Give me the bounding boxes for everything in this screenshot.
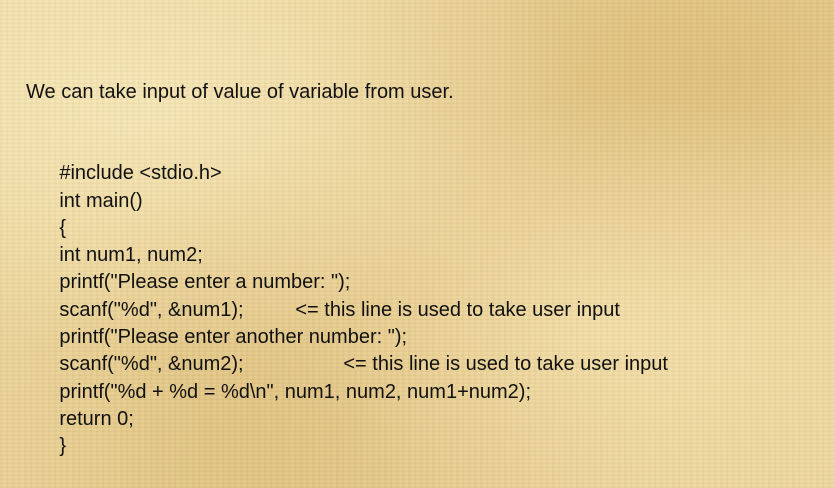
code-line-declaration: int num1, num2; xyxy=(26,215,668,266)
code-text: int num1, num2; xyxy=(59,244,203,267)
input-annotation: <= this line is used to take user input xyxy=(343,353,668,376)
input-annotation: <= this line is used to take user input xyxy=(295,298,620,321)
intro-text: We can take input of value of variable f… xyxy=(26,81,454,103)
code-text: int main() xyxy=(59,189,143,212)
code-text: { xyxy=(59,216,67,239)
code-text: } xyxy=(59,435,67,458)
code-text: return 0; xyxy=(59,407,134,430)
slide: We can take input of value of variable f… xyxy=(0,0,834,488)
code-block: #include <stdio.h> int main() { int num1… xyxy=(26,133,668,457)
code-text: #include <stdio.h> xyxy=(59,162,222,185)
code-text: scanf("%d", &num2); xyxy=(59,353,244,376)
code-text: scanf("%d", &num1); xyxy=(59,298,244,321)
code-text: printf("Please enter another number: "); xyxy=(59,326,408,349)
code-text: printf("Please enter a number: "); xyxy=(59,271,351,294)
code-text: printf("%d + %d = %d\n", num1, num2, num… xyxy=(59,380,532,403)
code-line-include: #include <stdio.h> xyxy=(26,133,668,184)
